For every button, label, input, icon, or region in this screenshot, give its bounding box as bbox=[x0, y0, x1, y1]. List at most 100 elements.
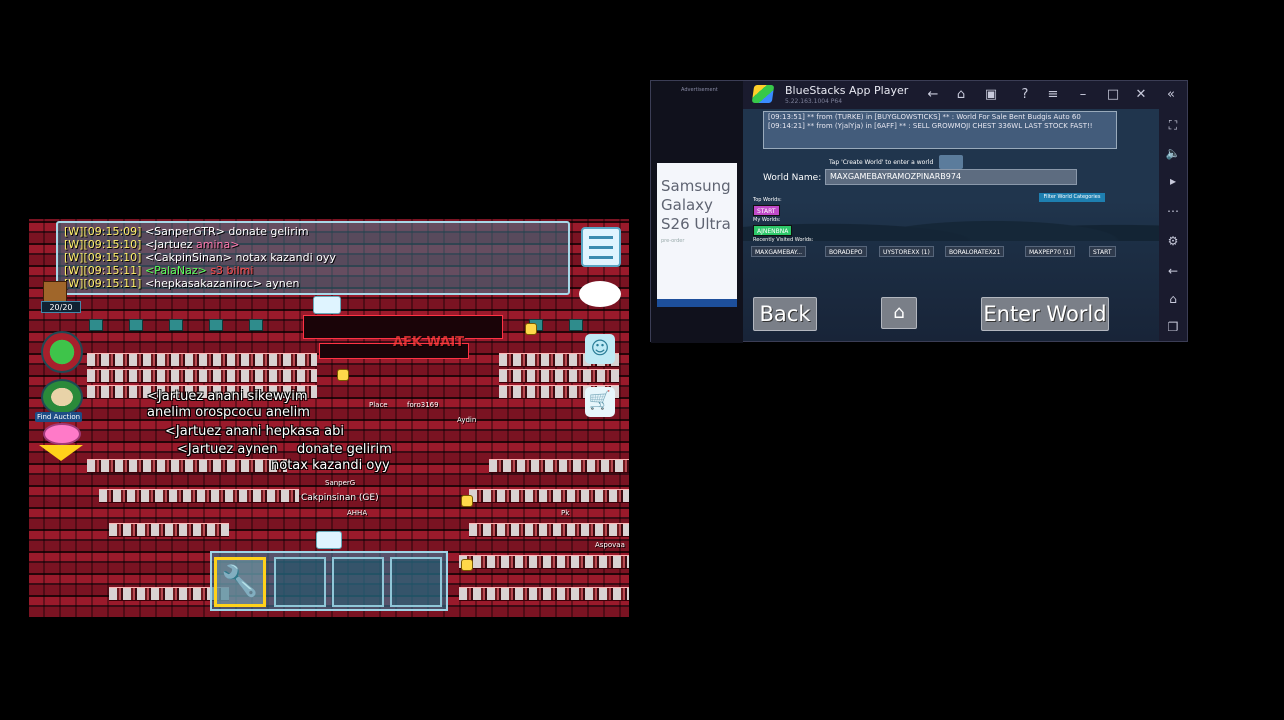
ad-card[interactable]: Samsung Galaxy S26 Ultra pre-order bbox=[657, 163, 737, 299]
lamp-block bbox=[461, 495, 473, 507]
collapse-sidebar-icon[interactable]: « bbox=[1163, 87, 1179, 103]
collapse-arrow-icon[interactable] bbox=[39, 445, 83, 461]
hotbar-slot-4[interactable] bbox=[390, 557, 442, 607]
block-row bbox=[109, 523, 229, 537]
world-name-input[interactable]: MAXGAMEBAYRAMOZPINARB974 bbox=[825, 169, 1077, 185]
broadcast-line: [09:14:21] ** from (YjalYja) in [6AFF] *… bbox=[768, 122, 1093, 130]
menu-icon[interactable]: ≡ bbox=[1045, 87, 1061, 103]
back-button[interactable]: Back bbox=[753, 297, 817, 331]
find-auction-label[interactable]: Find Auction bbox=[35, 412, 83, 422]
backpack-icon[interactable] bbox=[43, 281, 67, 303]
help-icon[interactable]: ? bbox=[1017, 87, 1033, 103]
chat-log[interactable]: [W][09:15:09] <SanperGTR> donate gelirim… bbox=[56, 221, 570, 295]
android-home-icon[interactable]: ⌂ bbox=[1165, 291, 1181, 307]
chat-name: <hepkasakazaniroc> bbox=[144, 277, 263, 290]
shop-cart-icon[interactable]: 🛒 bbox=[585, 387, 615, 417]
chat-time: [09:15:11] bbox=[83, 264, 142, 277]
chat-time: [09:15:09] bbox=[83, 225, 142, 238]
player-name-tag: Place bbox=[369, 401, 388, 409]
block-row bbox=[469, 489, 629, 503]
chat-time: [09:15:10] bbox=[83, 238, 142, 251]
hotbar-slot-3[interactable] bbox=[332, 557, 384, 607]
more-icon[interactable]: ⋯ bbox=[1165, 203, 1181, 219]
overhead-chat: <Jartuez anani hepkasa abi bbox=[165, 424, 344, 439]
display-block bbox=[89, 319, 103, 331]
minimize-icon[interactable]: – bbox=[1075, 87, 1091, 103]
player-name-tag: Aspovaa bbox=[595, 541, 625, 549]
my-worlds-label: My Worlds: bbox=[753, 217, 781, 223]
close-icon[interactable]: ✕ bbox=[1133, 87, 1149, 103]
background-hills bbox=[743, 201, 1159, 241]
recent-apps-icon[interactable]: ❐ bbox=[1165, 319, 1181, 335]
display-block bbox=[249, 319, 263, 331]
home-button[interactable]: ⌂ bbox=[881, 297, 917, 329]
android-back-icon[interactable]: ← bbox=[1165, 263, 1181, 279]
world-button[interactable]: BORALORATEX21 bbox=[945, 246, 1005, 257]
chat-bubble-icon[interactable] bbox=[579, 281, 621, 307]
chat-name: <PalaNaz> bbox=[144, 264, 207, 277]
display-block bbox=[209, 319, 223, 331]
chat-name: <CakpinSinan> bbox=[144, 251, 232, 264]
fullscreen-icon[interactable]: ⛶ bbox=[1165, 117, 1181, 133]
enter-world-button[interactable]: Enter World bbox=[981, 297, 1109, 331]
hotbar-slot-1[interactable]: 🔧 bbox=[214, 557, 266, 607]
volume-icon[interactable]: 🔈 bbox=[1165, 145, 1181, 161]
chat-line: [W][09:15:10] <Jartuez amina> bbox=[64, 238, 562, 251]
emote-icon[interactable]: ☺ bbox=[585, 334, 615, 364]
emulator-screen[interactable]: [09:13:51] ** from (TURKE) in [BUYGLOWST… bbox=[743, 109, 1159, 341]
side-toolbar: ⛶ 🔈 ▸ ⋯ ⚙ ← ⌂ ❐ bbox=[1159, 109, 1187, 343]
hotbar-slot-2[interactable] bbox=[274, 557, 326, 607]
hotbar-toggle-grip[interactable] bbox=[316, 531, 342, 549]
player-name-tag: SanperG bbox=[325, 479, 356, 487]
pig-icon[interactable] bbox=[43, 423, 81, 445]
chat-name: <Jartuez bbox=[144, 238, 193, 251]
world-button[interactable]: BORADEPO bbox=[825, 246, 867, 257]
create-world-hint: Tap 'Create World' to enter a world bbox=[829, 159, 934, 166]
world-button[interactable]: START bbox=[753, 205, 780, 216]
ad-subtitle: pre-order bbox=[661, 238, 685, 244]
player-name-tag: Pk bbox=[561, 509, 570, 517]
filter-categories-button[interactable]: Filter World Categories bbox=[1039, 193, 1105, 202]
lamp-block bbox=[337, 369, 349, 381]
title-bar: BlueStacks App Player 5.22.163.1004 P64 … bbox=[743, 81, 1187, 109]
chat-name: <SanperGTR> bbox=[144, 225, 225, 238]
recent-worlds-label: Recently Visited Worlds: bbox=[753, 237, 814, 243]
hotbar: 🔧 bbox=[210, 551, 448, 611]
world-button[interactable]: AJNENBNA bbox=[753, 225, 793, 236]
block-row bbox=[459, 587, 629, 601]
player-name-tag: Cakpinsinan (GE) bbox=[301, 493, 379, 503]
store-icon[interactable] bbox=[41, 331, 83, 373]
settings-gear-icon[interactable]: ⚙ bbox=[1165, 233, 1181, 249]
chat-toggle-grip[interactable] bbox=[313, 296, 341, 314]
broadcast-log: [09:13:51] ** from (TURKE) in [BUYGLOWST… bbox=[763, 111, 1117, 149]
overhead-chat: <Jartuez anani sikewyim bbox=[147, 389, 308, 404]
maximize-icon[interactable]: □ bbox=[1105, 87, 1121, 103]
broadcast-line: [09:13:51] ** from (TURKE) in [BUYGLOWST… bbox=[768, 113, 1081, 121]
window-title: BlueStacks App Player bbox=[785, 84, 909, 97]
block-row bbox=[459, 555, 629, 569]
screen-record-icon[interactable]: ▸ bbox=[1165, 173, 1181, 189]
world-button[interactable]: START bbox=[1089, 246, 1116, 257]
version-label: 5.22.163.1004 P64 bbox=[785, 98, 843, 105]
game-viewport[interactable]: [W][09:15:09] <SanperGTR> donate gelirim… bbox=[29, 219, 629, 617]
chat-tag: [W] bbox=[64, 225, 84, 238]
back-icon[interactable]: ← bbox=[925, 87, 941, 103]
block-row bbox=[499, 369, 619, 383]
chat-toggle-grip[interactable] bbox=[939, 155, 963, 169]
chat-tag: [W] bbox=[64, 264, 84, 277]
block-row bbox=[469, 523, 629, 537]
ad-title: Samsung Galaxy S26 Ultra bbox=[661, 177, 731, 233]
multi-instance-icon[interactable]: ▣ bbox=[983, 87, 999, 103]
block-row bbox=[489, 459, 629, 473]
home-icon[interactable]: ⌂ bbox=[953, 87, 969, 103]
top-worlds-label: Top Worlds: bbox=[753, 197, 782, 203]
world-button[interactable]: UYSTOREXX (1) bbox=[879, 246, 934, 257]
friends-icon[interactable] bbox=[41, 379, 83, 415]
player-name-tag: AHHA bbox=[347, 509, 368, 517]
menu-icon[interactable] bbox=[581, 227, 621, 267]
block-row bbox=[87, 353, 317, 367]
world-button[interactable]: MAXGAMEBAY... bbox=[751, 246, 807, 257]
player-name-tag: foro3169 bbox=[407, 401, 439, 409]
world-button[interactable]: MAXPEP70 (1) bbox=[1025, 246, 1076, 257]
overhead-chat: notax kazandi oyy bbox=[271, 458, 390, 473]
